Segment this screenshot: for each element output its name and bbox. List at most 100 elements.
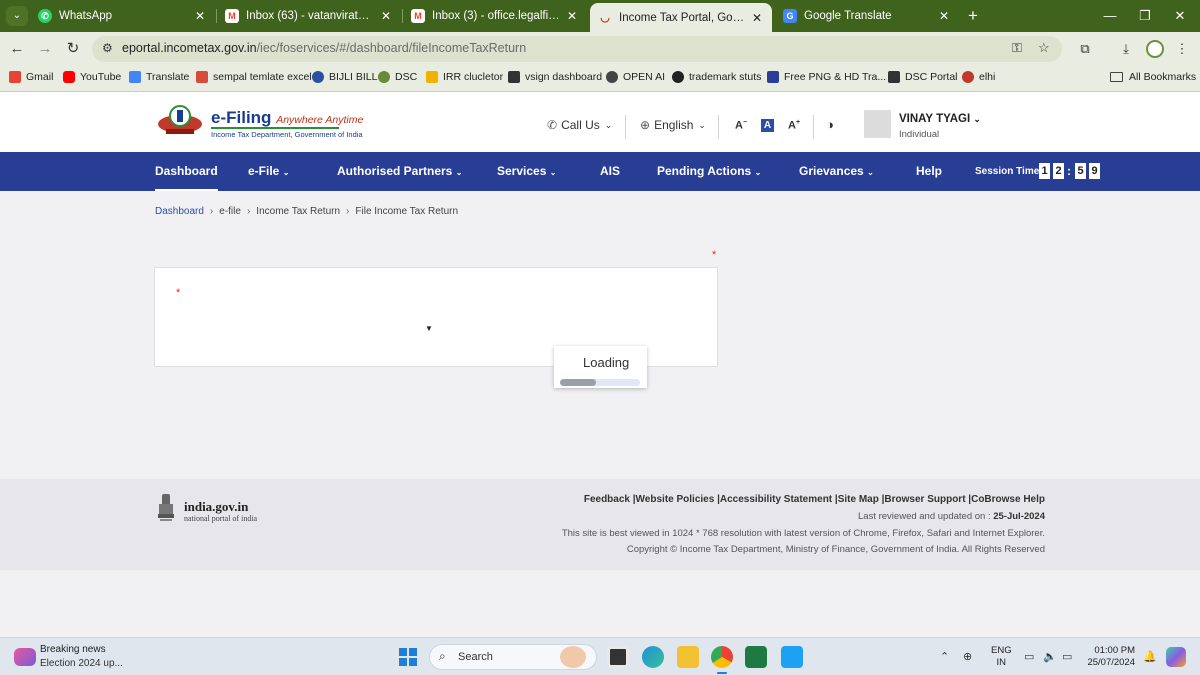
session-digit: 2 <box>1053 163 1064 179</box>
page-content: Dashboard › e-file › Income Tax Return › Fi… <box>0 191 1200 479</box>
bookmark-vsign-dashboard[interactable]: vsign dashboard <box>508 71 602 83</box>
volume-icon[interactable]: 🔈 <box>1043 650 1057 663</box>
language-selector[interactable]: ⊕ English ⌄ <box>640 118 706 132</box>
reload-button[interactable]: ↻ <box>61 37 85 61</box>
bookmark-star-icon[interactable]: ☆ <box>1038 40 1050 56</box>
close-icon[interactable]: ✕ <box>191 9 209 23</box>
copilot-icon[interactable] <box>1166 647 1186 667</box>
twitter-icon[interactable] <box>781 646 803 668</box>
bookmark-dsc-portal[interactable]: DSC Portal <box>888 71 958 83</box>
system-clock[interactable]: 01:00 PM 25/07/2024 <box>1087 645 1135 669</box>
bookmark-open-ai[interactable]: OPEN AI <box>606 71 665 83</box>
windows-start-icon[interactable] <box>399 648 417 666</box>
extensions-icon[interactable]: ⧉ <box>1073 37 1097 61</box>
efiling-logo-title[interactable]: e-Filing Anywhere Anytime <box>211 108 363 128</box>
session-digit: 5 <box>1075 163 1086 179</box>
bookmark-translate[interactable]: Translate <box>129 71 189 83</box>
bookmark-free-png[interactable]: Free PNG & HD Tra... <box>767 71 886 83</box>
footer-links[interactable]: Feedback |Website Policies |Accessibilit… <box>584 494 1045 505</box>
news-subtitle[interactable]: Election 2024 up... <box>40 658 123 669</box>
password-key-icon[interactable]: ⚿ <box>1012 40 1022 56</box>
breadcrumb-e-file[interactable]: e-file <box>219 206 241 217</box>
tab-gmail-office[interactable]: M Inbox (3) - office.legalfinancehu ✕ <box>403 0 587 32</box>
bookmark-bijli-bill[interactable]: BIJLI BILL <box>312 71 377 83</box>
notification-bell-icon[interactable]: 🔔 <box>1143 650 1157 663</box>
close-icon[interactable]: ✕ <box>748 11 766 25</box>
close-icon[interactable]: ✕ <box>935 9 953 23</box>
url-text[interactable]: eportal.incometax.gov.in/iec/foservices/… <box>122 41 526 55</box>
bookmark-elhi[interactable]: elhi <box>962 71 995 83</box>
bookmark-dsc[interactable]: DSC <box>378 71 417 83</box>
call-us-button[interactable]: ✆ Call Us ⌄ <box>547 118 612 132</box>
logo-divider <box>211 127 339 129</box>
logo-subtitle: Income Tax Department, Government of Ind… <box>211 130 363 139</box>
edge-browser-icon[interactable] <box>642 646 664 668</box>
breadcrumb-dashboard[interactable]: Dashboard <box>155 206 204 217</box>
input-language[interactable]: ENG IN <box>991 645 1012 669</box>
site-info-icon[interactable]: ⚙ <box>102 41 113 55</box>
new-tab-button[interactable]: + <box>962 5 984 27</box>
bookmark-trademark-status[interactable]: trademark stuts <box>672 71 761 83</box>
close-icon[interactable]: ✕ <box>563 9 581 23</box>
network-globe-icon[interactable]: ⊕ <box>963 650 972 663</box>
chevron-up-icon[interactable]: ⌃ <box>940 650 949 663</box>
bookmark-irr-calculator[interactable]: IRR clucletor <box>426 71 503 83</box>
tab-income-tax-portal[interactable]: ◡ Income Tax Portal, Government ✕ <box>590 3 772 32</box>
close-icon[interactable]: ✕ <box>377 9 395 23</box>
bookmark-youtube[interactable]: YouTube <box>63 71 121 83</box>
contrast-icon[interactable]: ◑ <box>826 117 834 132</box>
chevron-down-icon: ⌄ <box>867 168 874 177</box>
close-window-icon[interactable]: ✕ <box>1160 0 1200 32</box>
dropdown-arrow-icon[interactable]: ▼ <box>425 324 433 333</box>
bookmark-icon <box>196 71 208 83</box>
openai-icon <box>606 71 618 83</box>
font-normal-button[interactable]: A <box>761 119 774 132</box>
search-highlight-icon[interactable] <box>560 646 586 668</box>
avatar[interactable] <box>864 110 891 138</box>
breadcrumb-separator: › <box>346 206 350 217</box>
main-navigation: Dashboard e-File ⌄ Authorised Partners ⌄… <box>0 152 1200 191</box>
nav-ais[interactable]: AIS <box>600 164 620 178</box>
back-button[interactable]: ← <box>5 37 29 61</box>
battery-icon[interactable]: ▭ <box>1062 650 1072 663</box>
chevron-down-icon: ⌄ <box>973 114 981 124</box>
tab-whatsapp[interactable]: ✆ WhatsApp ✕ <box>30 0 215 32</box>
display-icon[interactable]: ▭ <box>1024 650 1034 663</box>
nav-services[interactable]: Services ⌄ <box>497 164 556 178</box>
google-translate-icon <box>129 71 141 83</box>
breadcrumb-income-tax-return[interactable]: Income Tax Return <box>256 206 340 217</box>
tab-google-translate[interactable]: G Google Translate ✕ <box>775 0 959 32</box>
nav-pending-actions[interactable]: Pending Actions ⌄ <box>657 164 761 178</box>
nav-grievances[interactable]: Grievances ⌄ <box>799 164 874 178</box>
forward-button[interactable]: → <box>33 37 57 61</box>
news-widget-icon[interactable] <box>14 648 36 666</box>
bookmark-sempal-template[interactable]: sempal temlate excel <box>196 71 312 83</box>
restore-icon[interactable]: ❐ <box>1125 0 1165 32</box>
font-decrease-button[interactable]: A− <box>735 119 747 132</box>
tab-gmail-vatanvirat[interactable]: M Inbox (63) - vatanvirat@gmail.c ✕ <box>217 0 401 32</box>
file-explorer-icon[interactable] <box>677 646 699 668</box>
chrome-browser-icon[interactable] <box>711 646 733 674</box>
minimize-icon[interactable]: — <box>1090 0 1130 32</box>
font-increase-button[interactable]: A+ <box>788 119 800 132</box>
menu-dots-icon[interactable]: ⋮ <box>1170 37 1194 61</box>
tab-search-button[interactable]: ⌄ <box>6 6 28 26</box>
site-header: e-Filing Anywhere Anytime Income Tax Dep… <box>0 92 1200 152</box>
download-icon[interactable]: ⤓ <box>1114 37 1138 61</box>
bookmark-gmail[interactable]: Gmail <box>9 71 53 83</box>
address-bar[interactable]: ⚙ eportal.incometax.gov.in/iec/foservice… <box>92 36 1062 62</box>
elhi-icon <box>962 71 974 83</box>
income-tax-emblem-icon[interactable] <box>156 104 204 136</box>
copyright: Copyright © Income Tax Department, Minis… <box>626 544 1045 555</box>
user-menu[interactable]: VINAY TYAGI ⌄ <box>899 113 981 125</box>
news-title[interactable]: Breaking news <box>40 644 106 655</box>
profile-avatar-icon[interactable] <box>1146 40 1164 58</box>
nav-authorised-partners[interactable]: Authorised Partners ⌄ <box>337 164 462 178</box>
india-gov-link[interactable]: india.gov.in <box>184 499 248 515</box>
nav-dashboard[interactable]: Dashboard <box>155 164 218 191</box>
task-view-icon[interactable] <box>607 646 629 668</box>
all-bookmarks-button[interactable]: All Bookmarks <box>1110 71 1196 83</box>
nav-e-file[interactable]: e-File ⌄ <box>248 164 289 178</box>
excel-icon[interactable] <box>745 646 767 668</box>
nav-help[interactable]: Help <box>916 164 942 178</box>
